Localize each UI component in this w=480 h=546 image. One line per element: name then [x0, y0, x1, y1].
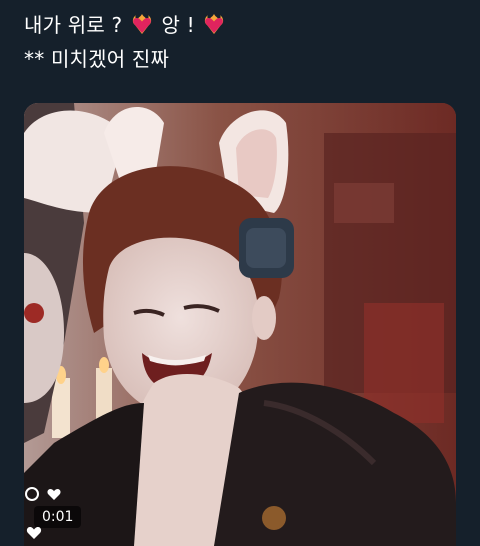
tweet-line-1-part-2: 앙 !: [161, 13, 195, 37]
tweet-line-2: ** 미치겠어 진짜: [24, 47, 170, 71]
heart-icon[interactable]: [46, 486, 62, 502]
video-controls: [24, 486, 62, 502]
tweet-line-1-part-1: 내가 위로 ?: [24, 13, 123, 37]
like-icon[interactable]: [25, 523, 43, 541]
heart-on-fire-emoji-icon-2: [205, 14, 224, 34]
replay-icon[interactable]: [24, 486, 40, 502]
tweet-line-1: 내가 위로 ? 앙 !: [24, 8, 464, 42]
tweet-text: 내가 위로 ? 앙 ! ** 미치겠어 진짜: [24, 8, 464, 76]
heart-on-fire-emoji-icon: [132, 14, 152, 34]
video-frame: [24, 103, 456, 546]
video-player[interactable]: [24, 103, 456, 546]
